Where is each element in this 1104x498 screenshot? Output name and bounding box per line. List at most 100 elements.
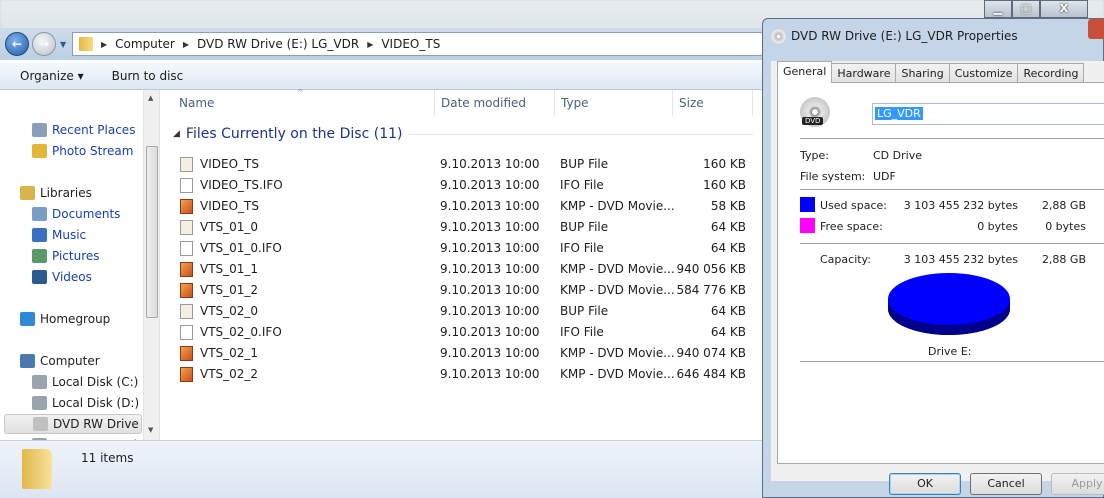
file-type: IFO File xyxy=(560,325,604,339)
organize-button[interactable]: Organize ▾ xyxy=(20,69,84,83)
sidebar-item[interactable]: Libraries xyxy=(4,183,142,203)
tab-bar: General Hardware Sharing Customize Recor… xyxy=(777,61,1085,83)
dialog-close-button[interactable] xyxy=(1088,19,1104,39)
sidebar-item[interactable]: Local Disk (C:) xyxy=(4,372,142,392)
file-row[interactable]: VIDEO_TS 9.10.2013 10:00 KMP - DVD Movie… xyxy=(177,196,757,216)
file-row[interactable]: VTS_02_0 9.10.2013 10:00 BUP File 64 KB xyxy=(177,301,757,321)
cancel-button[interactable]: Cancel xyxy=(970,473,1042,495)
sidebar-item[interactable]: DVD RW Drive (E: xyxy=(4,414,142,434)
volume-name-value: LG_VDR xyxy=(875,107,923,120)
breadcrumb-computer[interactable]: Computer xyxy=(115,37,175,51)
chevron-right-icon: ▶ xyxy=(182,39,189,49)
dialog-body: General Hardware Sharing Customize Recor… xyxy=(771,61,1104,481)
ok-button[interactable]: OK xyxy=(889,473,961,495)
sidebar-item-icon xyxy=(32,144,47,158)
divider xyxy=(800,243,1104,244)
breadcrumb-folder[interactable]: VIDEO_TS xyxy=(381,37,440,51)
sidebar-item-label: Libraries xyxy=(40,186,92,200)
used-space-gb: 2,88 GB xyxy=(1041,199,1086,212)
file-row[interactable]: VIDEO_TS.IFO 9.10.2013 10:00 IFO File 16… xyxy=(177,175,757,195)
sidebar-item-label: Computer xyxy=(40,354,100,368)
close-button[interactable]: X xyxy=(1040,0,1088,18)
sidebar-item-label: Music xyxy=(52,228,87,242)
sidebar-item-icon xyxy=(32,228,47,242)
apply-button[interactable]: Apply xyxy=(1051,473,1104,495)
sort-ascending-icon: ^ xyxy=(297,88,304,97)
disk-usage-pie-chart xyxy=(888,273,1010,335)
column-header-date[interactable]: Date modified xyxy=(435,90,555,116)
file-row[interactable]: VTS_02_2 9.10.2013 10:00 KMP - DVD Movie… xyxy=(177,364,757,384)
sidebar-item-icon xyxy=(32,207,47,221)
tab-general[interactable]: General xyxy=(777,61,833,83)
free-space-bytes: 0 bytes xyxy=(977,220,1018,233)
sidebar-item[interactable]: Pictures xyxy=(4,246,142,266)
address-bar[interactable]: ▶ Computer ▶ DVD RW Drive (E:) LG_VDR ▶ … xyxy=(72,32,764,56)
file-date: 9.10.2013 10:00 xyxy=(440,325,540,339)
used-space-swatch xyxy=(800,197,815,212)
sidebar-scrollbar[interactable]: ▲ ▼ xyxy=(143,90,159,440)
sidebar-item-label: Documents xyxy=(52,207,121,221)
file-size: 58 KB xyxy=(710,199,746,213)
sidebar-item[interactable]: Homegroup xyxy=(4,309,142,329)
column-header-name[interactable]: Name xyxy=(173,90,435,116)
sidebar-item[interactable]: Photo Stream xyxy=(4,141,142,161)
file-row[interactable]: VTS_02_1 9.10.2013 10:00 KMP - DVD Movie… xyxy=(177,343,757,363)
file-row[interactable]: VIDEO_TS 9.10.2013 10:00 BUP File 160 KB xyxy=(177,154,757,174)
recent-pages-dropdown[interactable]: ▼ xyxy=(60,40,66,49)
column-header-size[interactable]: Size xyxy=(673,90,753,116)
file-row[interactable]: VTS_01_0 9.10.2013 10:00 BUP File 64 KB xyxy=(177,217,757,237)
file-row[interactable]: VTS_02_0.IFO 9.10.2013 10:00 IFO File 64… xyxy=(177,322,757,342)
file-row[interactable]: VTS_01_1 9.10.2013 10:00 KMP - DVD Movie… xyxy=(177,259,757,279)
file-type: KMP - DVD Movie... xyxy=(560,367,675,381)
file-row[interactable]: VTS_01_2 9.10.2013 10:00 KMP - DVD Movie… xyxy=(177,280,757,300)
sidebar-item-icon xyxy=(33,417,48,431)
divider xyxy=(800,189,1104,190)
sidebar-item[interactable]: Local Disk (D:) xyxy=(4,393,142,413)
pie-used-slice xyxy=(888,273,1010,325)
bup-file-icon xyxy=(180,220,193,235)
used-space-bytes: 3 103 455 232 bytes xyxy=(903,199,1018,212)
divider xyxy=(800,138,1104,139)
tab-hardware[interactable]: Hardware xyxy=(831,63,897,83)
item-count: 11 items xyxy=(81,451,134,465)
column-header-type[interactable]: Type xyxy=(555,90,673,116)
chevron-right-icon: ▶ xyxy=(367,39,374,49)
capacity-bytes: 3 103 455 232 bytes xyxy=(903,253,1018,266)
back-button[interactable]: ← xyxy=(5,32,29,56)
file-type: KMP - DVD Movie... xyxy=(560,199,675,213)
file-date: 9.10.2013 10:00 xyxy=(440,304,540,318)
file-name: VIDEO_TS.IFO xyxy=(200,178,283,192)
minimize-button[interactable]: ▁ xyxy=(984,0,1012,18)
sidebar-item[interactable]: Videos xyxy=(4,267,142,287)
free-space-swatch xyxy=(800,218,815,233)
sidebar-item-label: Local Disk (C:) xyxy=(52,375,139,389)
file-name: VIDEO_TS xyxy=(200,157,259,171)
scroll-down-arrow-icon[interactable]: ▼ xyxy=(148,426,153,434)
maximize-button[interactable]: □ xyxy=(1012,0,1040,18)
tab-customize[interactable]: Customize xyxy=(948,63,1019,83)
file-size: 64 KB xyxy=(710,325,746,339)
type-label: Type: xyxy=(800,149,829,162)
scroll-up-arrow-icon[interactable]: ▲ xyxy=(148,94,153,102)
breadcrumb-drive[interactable]: DVD RW Drive (E:) LG_VDR xyxy=(197,37,359,51)
explorer-window: ← → ▼ ▶ Computer ▶ DVD RW Drive (E:) LG_… xyxy=(0,28,764,498)
sidebar-item[interactable]: Recent Places xyxy=(4,120,142,140)
group-header[interactable]: ◢ Files Currently on the Disc (11) xyxy=(173,126,753,142)
tab-sharing[interactable]: Sharing xyxy=(895,63,950,83)
sidebar-item[interactable]: Documents xyxy=(4,204,142,224)
burn-to-disc-button[interactable]: Burn to disc xyxy=(112,69,184,83)
file-row[interactable]: VTS_01_0.IFO 9.10.2013 10:00 IFO File 64… xyxy=(177,238,757,258)
sidebar-item-label: Homegroup xyxy=(40,312,111,326)
scrollbar-thumb[interactable] xyxy=(146,146,158,318)
type-value: CD Drive xyxy=(873,149,922,162)
sidebar-item[interactable]: Music xyxy=(4,225,142,245)
file-name: VTS_01_1 xyxy=(200,262,259,276)
file-name: VTS_02_2 xyxy=(200,367,259,381)
file-date: 9.10.2013 10:00 xyxy=(440,220,540,234)
group-divider xyxy=(408,133,753,135)
file-date: 9.10.2013 10:00 xyxy=(440,157,540,171)
sidebar-item[interactable]: Computer xyxy=(4,351,142,371)
forward-button[interactable]: → xyxy=(32,32,56,56)
volume-name-input[interactable]: LG_VDR xyxy=(872,103,1104,125)
tab-recording[interactable]: Recording xyxy=(1017,63,1085,83)
